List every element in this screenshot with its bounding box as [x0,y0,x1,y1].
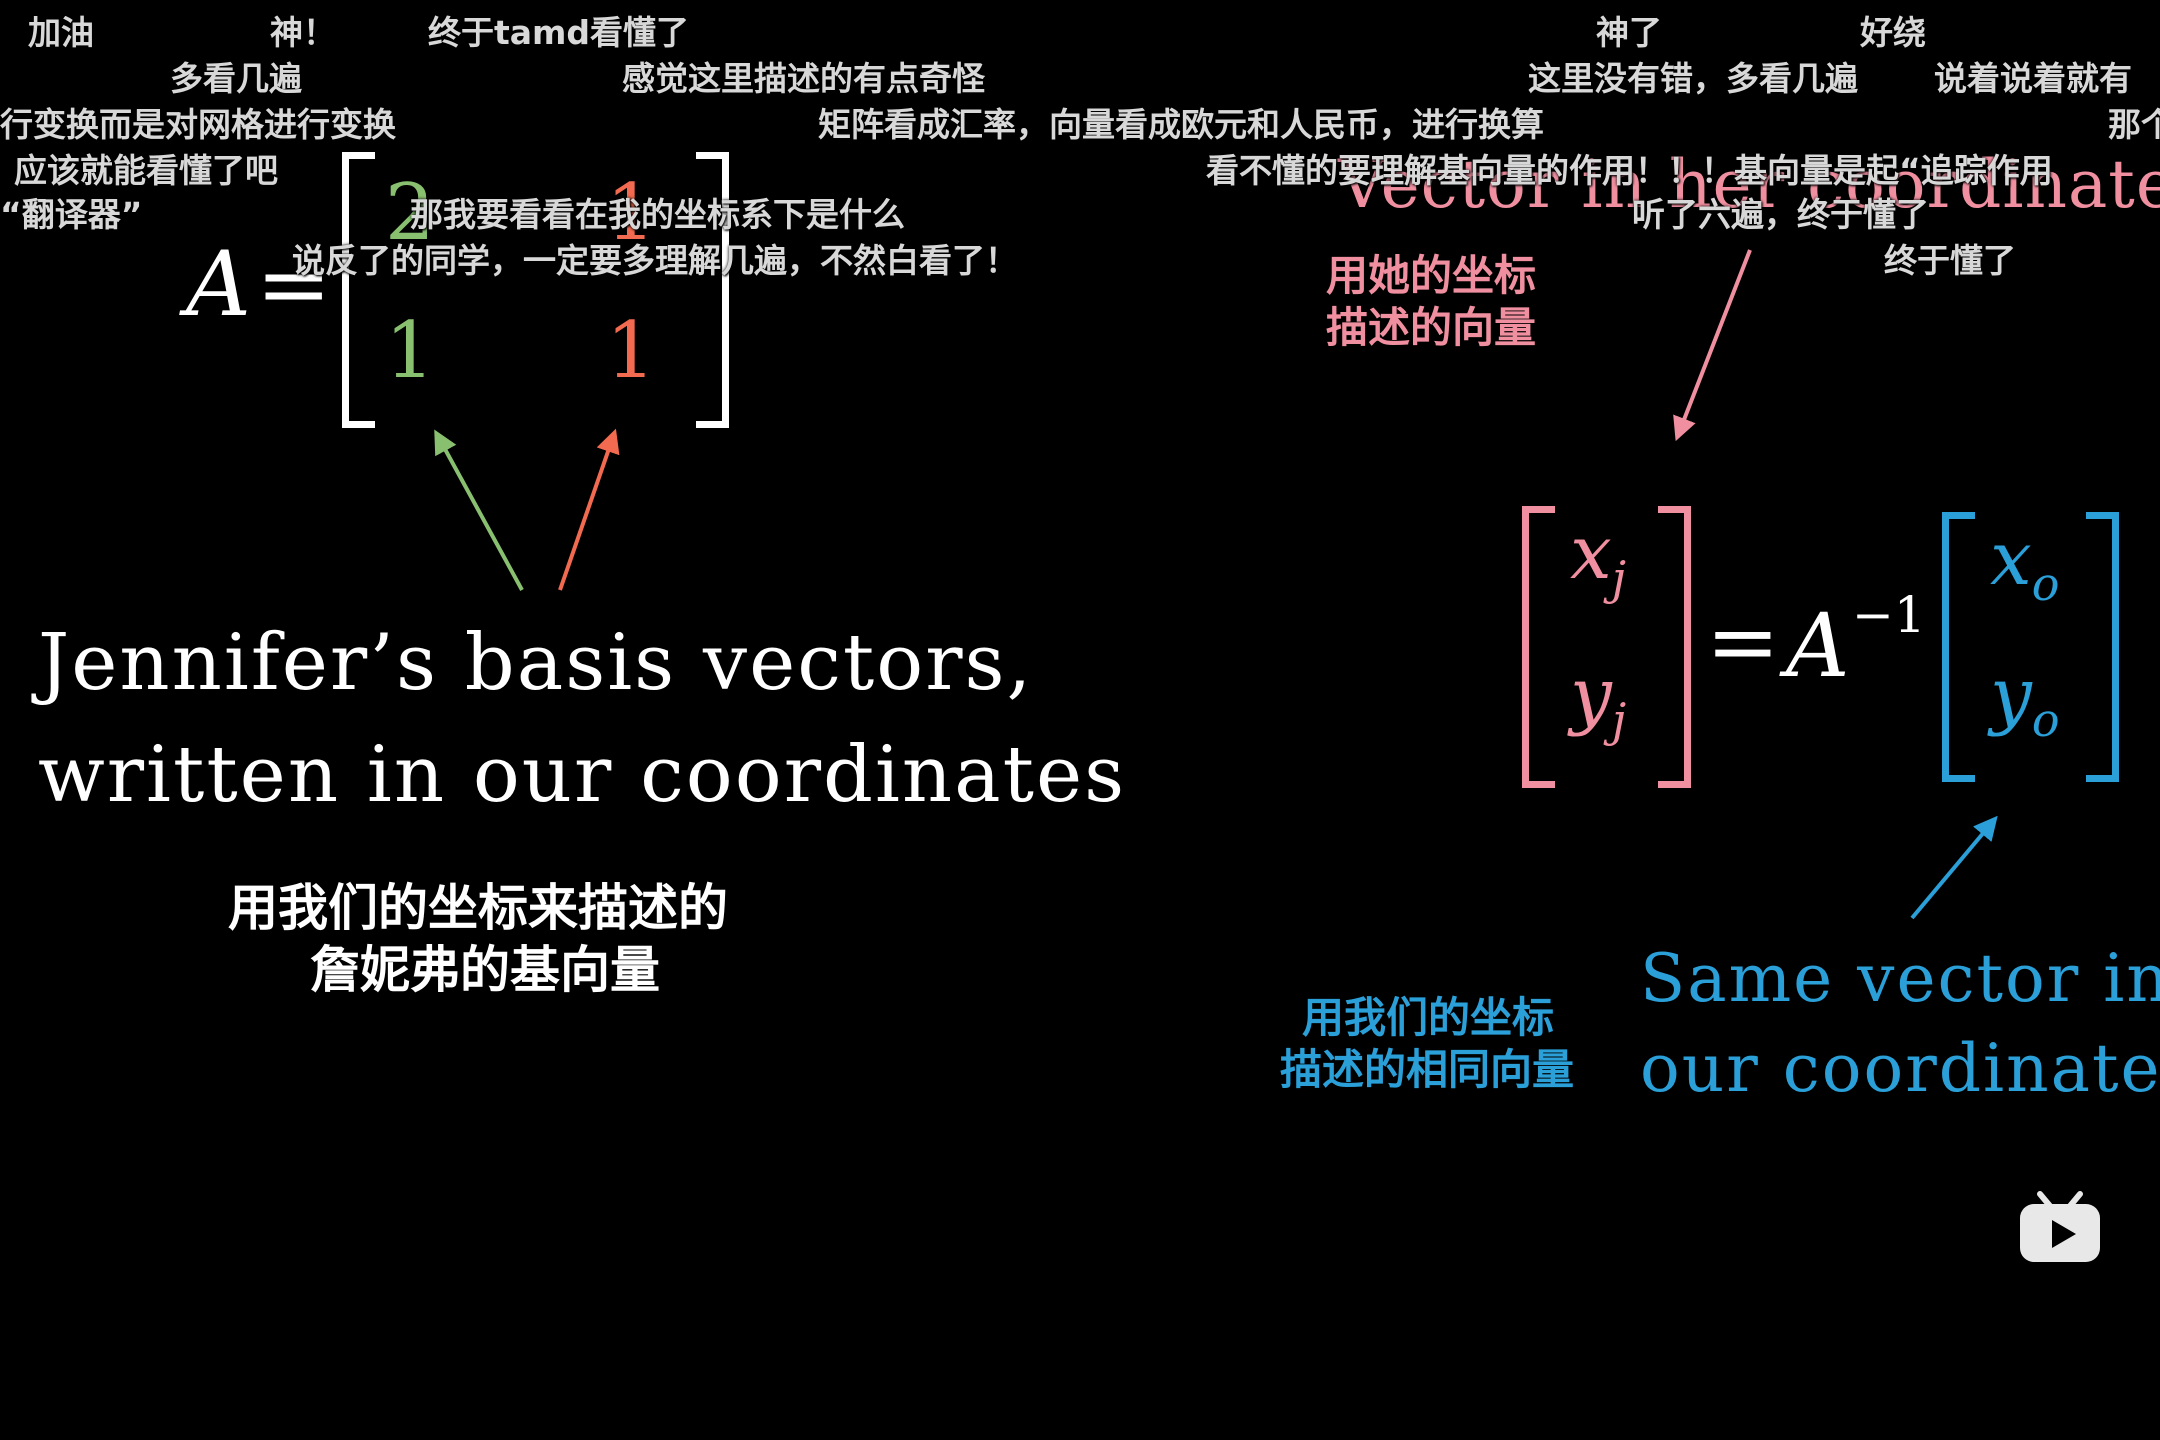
danmaku-comment: 说反了的同学，一定要多理解几遍，不然白看了！ [292,241,1018,280]
pink-left-bracket [1522,506,1555,788]
our-coordinates-line2: our coordinates [1640,1030,2160,1107]
blue-left-bracket [1942,512,1975,782]
equation-a: A [1786,594,1850,697]
our-coordinates-cn-line2: 描述的相同向量 [1280,1045,1575,1094]
danmaku-comment: “翻译器” [0,195,143,234]
danmaku-comment: 神了 [1596,13,1662,52]
our-coordinates-line1: Same vector in [1640,940,2160,1017]
equation-inverse-exponent: −1 [1852,586,1926,644]
left-caption-line2: written in our coordinates [38,730,1127,820]
pink-right-bracket [1658,506,1691,788]
left-caption-line1: Jennifer’s basis vectors, [38,618,1034,708]
danmaku-comment: 感觉这里描述的有点奇怪 [622,59,985,98]
xj-variable: xj [1570,510,1626,605]
left-caption-cn-line2: 詹妮弗的基向量 [310,941,660,999]
danmaku-comment: 矩阵看成汇率，向量看成欧元和人民币，进行换算 [818,105,1544,144]
blue-right-bracket [2086,512,2119,782]
equation-equals: = [1706,590,1780,693]
danmaku-comment: 终于tamd看懂了 [428,13,690,52]
matrix-bottom-left: 1 [385,306,435,396]
green-basis-arrow [434,429,524,591]
danmaku-comment: 听了六遍，终于懂了 [1632,195,1929,234]
danmaku-comment: 好绕 [1860,13,1926,52]
danmaku-comment: 应该就能看懂了吧 [14,151,278,190]
her-coordinates-cn-line2: 描述的向量 [1326,303,1537,352]
danmaku-comment: 这里没有错，多看几遍 [1528,59,1858,98]
yj-variable: yj [1570,652,1627,747]
danmaku-comment: 加油 [28,13,94,52]
danmaku-comment: 神！ [270,13,336,52]
blue-pointer-arrow [1910,815,1998,920]
xo-variable: xo [1990,516,2060,611]
danmaku-comment: 说着说着就有 [1934,59,2132,98]
red-basis-arrow [558,428,620,591]
danmaku-comment: 终于懂了 [1884,241,2016,280]
yo-variable: yo [1990,652,2060,747]
matrix-symbol: A [186,232,251,337]
danmaku-comment: 看不懂的要理解基向量的作用！！！基向量是起“追踪作用 [1206,151,2053,190]
danmaku-comment: 多看几遍 [170,59,302,98]
matrix-left-bracket [342,152,375,428]
matrix-bottom-right: 1 [606,306,656,396]
danmaku-comment: 那个 [2108,105,2160,144]
danmaku-comment: 行变换而是对网格进行变换 [0,105,396,144]
bilibili-tv-icon [2018,1190,2102,1264]
pink-pointer-arrow [1673,249,1752,442]
danmaku-comment: 那我要看看在我的坐标系下是什么 [410,195,905,234]
